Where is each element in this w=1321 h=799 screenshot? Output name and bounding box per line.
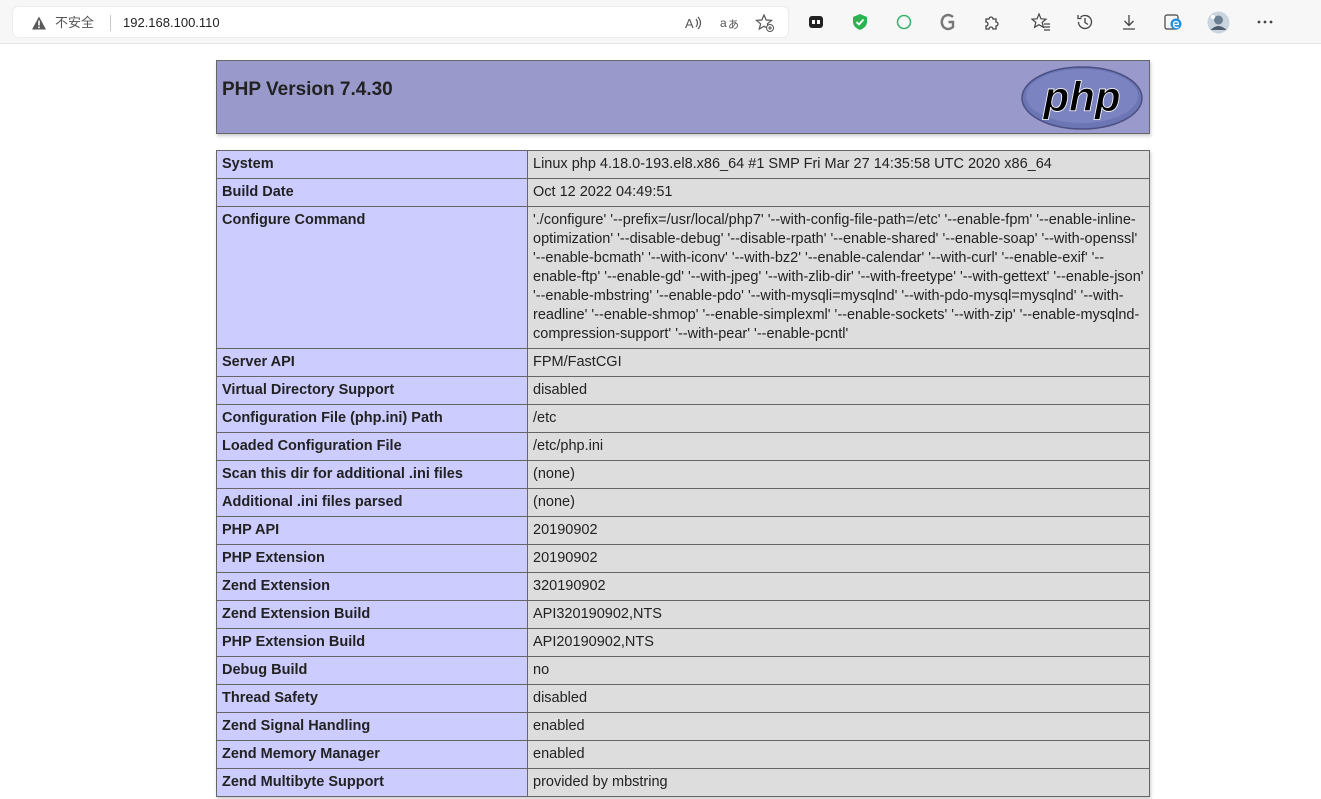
row-value: /etc <box>527 404 1150 433</box>
row-label: Configuration File (php.ini) Path <box>216 404 528 433</box>
row-label: Zend Multibyte Support <box>216 768 528 797</box>
row-value: FPM/FastCGI <box>527 348 1150 377</box>
browser-toolbar: 不安全 192.168.100.110 A aあ <box>0 0 1321 44</box>
table-row: Server API FPM/FastCGI <box>216 348 1150 377</box>
table-row: PHP Extension 20190902 <box>216 544 1150 573</box>
warning-triangle-icon[interactable] <box>31 15 47 31</box>
row-label: PHP API <box>216 516 528 545</box>
table-row: Loaded Configuration File/etc/php.ini <box>216 432 1150 461</box>
row-label: Build Date <box>216 178 528 207</box>
row-value: API20190902,NTS <box>527 628 1150 657</box>
php-version-title: PHP Version 7.4.30 <box>222 79 393 100</box>
circle-icon[interactable] <box>894 12 914 32</box>
table-row: Debug Build no <box>216 656 1150 685</box>
row-label: Configure Command <box>216 206 528 349</box>
php-version-header: PHP Version 7.4.30 php <box>216 60 1150 134</box>
table-row: Thread Safety disabled <box>216 684 1150 713</box>
address-divider <box>110 15 111 31</box>
svg-text:あ: あ <box>728 18 739 31</box>
table-row: PHP API 20190902 <box>216 516 1150 545</box>
row-label: Additional .ini files parsed <box>216 488 528 517</box>
row-label: PHP Extension <box>216 544 528 573</box>
row-label: Loaded Configuration File <box>216 432 528 461</box>
row-value: Linux php 4.18.0-193.el8.x86_64 #1 SMP F… <box>527 150 1150 179</box>
puzzle-icon[interactable] <box>982 12 1002 32</box>
favorites-icon[interactable] <box>1031 12 1051 32</box>
table-row: Additional .ini files parsed (none) <box>216 488 1150 517</box>
row-value: 320190902 <box>527 572 1150 601</box>
avatar[interactable] <box>1207 11 1230 34</box>
table-row: Zend Signal Handling enabled <box>216 712 1150 741</box>
table-row: Configure Command './configure' '--prefix… <box>216 206 1150 349</box>
row-label: System <box>216 150 528 179</box>
row-value: Oct 12 2022 04:49:51 <box>527 178 1150 207</box>
read-aloud-icon[interactable]: A <box>683 13 703 33</box>
row-label: Scan this dir for additional .ini files <box>216 460 528 489</box>
row-label: Server API <box>216 348 528 377</box>
svg-text:a: a <box>720 16 727 30</box>
row-value: enabled <box>527 740 1150 769</box>
row-value: disabled <box>527 376 1150 405</box>
row-value: API320190902,NTS <box>527 600 1150 629</box>
row-label: Zend Extension Build <box>216 600 528 629</box>
table-row: Build Date Oct 12 2022 04:49:51 <box>216 178 1150 207</box>
g-extension-icon[interactable] <box>938 12 958 32</box>
history-icon[interactable] <box>1075 12 1095 32</box>
row-value: (none) <box>527 488 1150 517</box>
table-row: Zend Multibyte Support provided by mbstri… <box>216 768 1150 797</box>
translate-icon[interactable]: aあ <box>719 13 739 33</box>
row-value: 20190902 <box>527 516 1150 545</box>
row-value: (none) <box>527 460 1150 489</box>
table-row: PHP Extension Build API20190902,NTS <box>216 628 1150 657</box>
security-warning-label[interactable]: 不安全 <box>55 15 94 31</box>
table-row: Zend Memory Manager enabled <box>216 740 1150 769</box>
row-value: './configure' '--prefix=/usr/local/php7'… <box>527 206 1150 349</box>
download-icon[interactable] <box>1119 12 1139 32</box>
phpinfo-page: PHP Version 7.4.30 php System Linux php 4… <box>216 60 1150 797</box>
table-row: Zend Extension Build API320190902,NTS <box>216 600 1150 629</box>
row-label: Zend Extension <box>216 572 528 601</box>
more-icon[interactable] <box>1255 12 1275 32</box>
row-value: disabled <box>527 684 1150 713</box>
row-value: no <box>527 656 1150 685</box>
address-bar[interactable]: 不安全 192.168.100.110 A aあ <box>12 6 789 38</box>
table-row: Virtual Directory Support disabled <box>216 376 1150 405</box>
row-value: provided by mbstring <box>527 768 1150 797</box>
row-label: PHP Extension Build <box>216 628 528 657</box>
edge-icon[interactable] <box>1163 12 1183 32</box>
row-label: Zend Signal Handling <box>216 712 528 741</box>
php-logo-text: php <box>1043 73 1121 120</box>
php-info-table: System Linux php 4.18.0-193.el8.x86_64 #1… <box>216 150 1150 797</box>
add-favorite-icon[interactable] <box>754 13 775 33</box>
row-value: /etc/php.ini <box>527 432 1150 461</box>
svg-text:A: A <box>685 16 694 31</box>
row-label: Zend Memory Manager <box>216 740 528 769</box>
table-row: Scan this dir for additional .ini files(… <box>216 460 1150 489</box>
table-row: Zend Extension 320190902 <box>216 572 1150 601</box>
row-label: Virtual Directory Support <box>216 376 528 405</box>
url-text[interactable]: 192.168.100.110 <box>123 15 220 31</box>
table-row: Configuration File (php.ini) Path/etc <box>216 404 1150 433</box>
table-row: System Linux php 4.18.0-193.el8.x86_64 #1… <box>216 150 1150 179</box>
row-label: Debug Build <box>216 656 528 685</box>
row-value: 20190902 <box>527 544 1150 573</box>
row-label: Thread Safety <box>216 684 528 713</box>
shield-check-icon[interactable] <box>850 12 870 32</box>
extension-tile-icon[interactable] <box>806 12 826 32</box>
row-value: enabled <box>527 712 1150 741</box>
php-logo[interactable]: php <box>1020 65 1144 136</box>
